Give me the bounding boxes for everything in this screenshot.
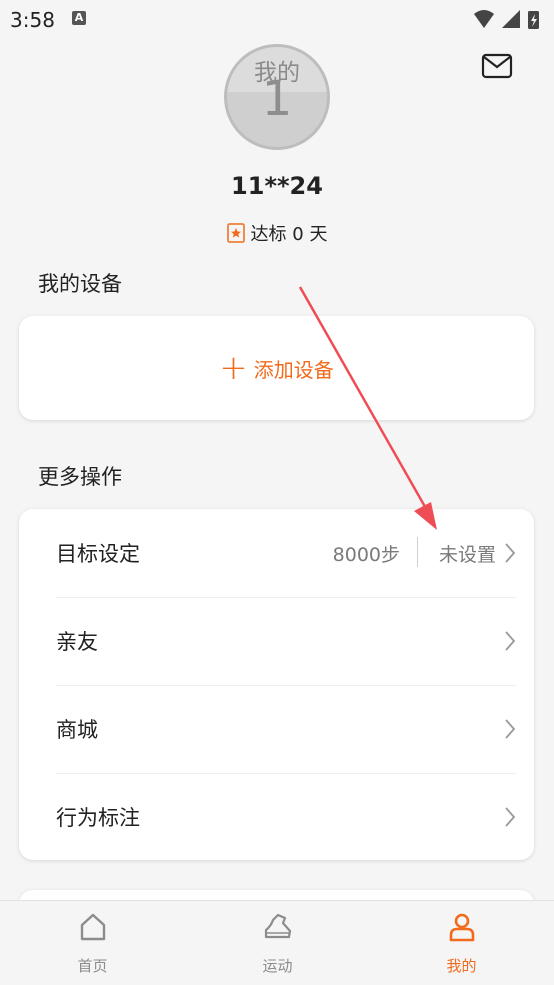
list-item-goal[interactable]: 目标设定 8000步 未设置 bbox=[56, 509, 516, 598]
chevron-right-icon bbox=[505, 543, 516, 563]
chevron-right-icon bbox=[505, 631, 516, 651]
devices-card: + 添加设备 bbox=[19, 316, 534, 420]
home-icon bbox=[80, 913, 106, 941]
shoe-icon bbox=[264, 913, 292, 939]
tab-sport-label: 运动 bbox=[262, 957, 293, 975]
more-card: 目标设定 8000步 未设置 亲友 商城 行为标注 bbox=[19, 509, 534, 860]
behavior-label: 行为标注 bbox=[56, 806, 140, 830]
tab-home-label: 首页 bbox=[77, 957, 108, 975]
avatar[interactable]: 我的 1 bbox=[224, 44, 330, 150]
goal-days: 达标 0 天 bbox=[0, 220, 554, 246]
signal-icon bbox=[502, 10, 520, 28]
more-title: 更多操作 bbox=[38, 465, 122, 489]
tab-home[interactable]: 首页 bbox=[0, 901, 185, 985]
tab-bar: 首页 运动 我的 bbox=[0, 900, 554, 985]
friends-label: 亲友 bbox=[56, 630, 98, 654]
goal-setting-label: 目标设定 bbox=[56, 542, 140, 566]
chevron-right-icon bbox=[505, 807, 516, 827]
tab-mine-label: 我的 bbox=[446, 957, 477, 975]
envelope-icon[interactable] bbox=[481, 53, 513, 79]
divider bbox=[417, 537, 418, 567]
devices-title: 我的设备 bbox=[38, 272, 122, 296]
wifi-icon bbox=[474, 10, 494, 28]
status-time: 3:58 bbox=[10, 8, 55, 32]
username: 11**24 bbox=[231, 172, 323, 200]
avatar-number: 1 bbox=[261, 71, 293, 127]
tab-sport[interactable]: 运动 bbox=[185, 901, 370, 985]
list-item-friends[interactable]: 亲友 bbox=[56, 597, 516, 686]
plus-icon: + bbox=[219, 348, 248, 388]
tab-mine[interactable]: 我的 bbox=[369, 901, 554, 985]
goal-steps-value: 8000步 bbox=[332, 544, 400, 566]
list-item-behavior[interactable]: 行为标注 bbox=[56, 773, 516, 861]
mall-label: 商城 bbox=[56, 718, 98, 742]
add-device-label: 添加设备 bbox=[253, 357, 334, 382]
status-icons bbox=[474, 10, 539, 29]
goal-status-value: 未设置 bbox=[438, 544, 496, 566]
status-bar: 3:58 A bbox=[0, 0, 554, 40]
person-icon bbox=[449, 913, 475, 942]
chevron-right-icon bbox=[505, 719, 516, 739]
goal-label: 达标 0 天 bbox=[250, 224, 328, 245]
add-device-button[interactable]: + 添加设备 bbox=[19, 316, 534, 420]
notification-a-icon: A bbox=[72, 11, 86, 25]
list-item-mall[interactable]: 商城 bbox=[56, 685, 516, 774]
star-badge-icon bbox=[226, 223, 245, 243]
